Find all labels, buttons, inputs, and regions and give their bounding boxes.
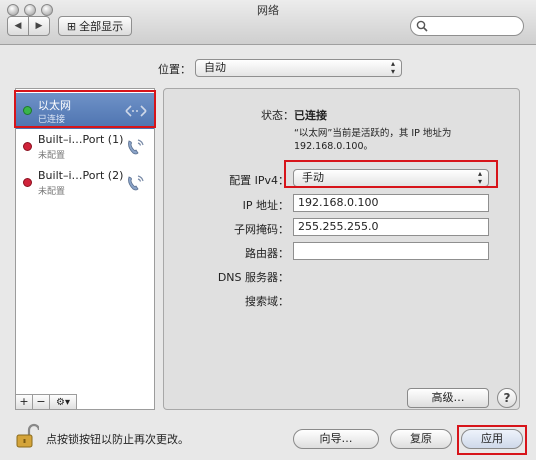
service-status: 未配置 [38, 151, 66, 161]
lock-hint-text: 点按锁按钮以防止再次更改。 [46, 433, 189, 446]
advanced-button[interactable]: 高级… [407, 388, 489, 408]
subnet-mask-field[interactable]: 255.255.255.0 [293, 218, 489, 236]
help-button[interactable]: ? [497, 388, 517, 408]
search-icon [416, 20, 428, 32]
plus-icon: + [19, 395, 29, 408]
add-service-button[interactable]: + [15, 394, 33, 410]
grid-icon: ⊞ [66, 19, 77, 33]
assist-me-button[interactable]: 向导… [293, 429, 379, 449]
forward-button[interactable]: ▶ [28, 16, 50, 36]
sidebar-button-bar: + − ⚙▾ [15, 394, 155, 410]
ip-address-field[interactable]: 192.168.0.100 [293, 194, 489, 212]
service-name: Built–i…Port (2) [38, 169, 124, 182]
phone-modem-icon [128, 175, 144, 191]
forward-arrow-icon: ▶ [35, 21, 43, 31]
minus-icon: − [36, 395, 46, 408]
back-arrow-icon: ◀ [14, 21, 22, 31]
phone-modem-icon [128, 139, 144, 155]
configure-ipv4-label: 配置 IPv4： [229, 174, 289, 187]
location-label: 位置： [158, 63, 191, 76]
service-item-builtin-port-1[interactable]: Built–i…Port (1) 未配置 [16, 129, 154, 165]
status-description-line2: 192.168.0.100。 [294, 141, 374, 152]
service-list[interactable]: 以太网 已连接 Built–i…Port (1) 未配置 Built–i…Por… [15, 88, 155, 410]
status-label: 状态： [261, 109, 294, 122]
location-value: 自动 [204, 61, 226, 74]
action-menu-button[interactable]: ⚙▾ [49, 394, 77, 410]
location-select[interactable]: 自动 ▴ ▾ [195, 59, 402, 77]
back-button[interactable]: ◀ [7, 16, 29, 36]
status-dot-red-icon [23, 178, 32, 187]
gear-icon: ⚙▾ [56, 397, 70, 408]
show-all-button[interactable]: ⊞ 全部显示 [58, 16, 132, 36]
show-all-label: 全部显示 [79, 20, 124, 33]
subnet-mask-label: 子网掩码： [234, 223, 289, 236]
search-field[interactable] [410, 16, 524, 36]
updown-arrows-icon: ▴ ▾ [390, 59, 395, 76]
remove-service-button[interactable]: − [32, 394, 50, 410]
status-description-line1: “以太网”当前是活跃的，其 IP 地址为 [294, 128, 452, 139]
status-dot-red-icon [23, 142, 32, 151]
revert-button[interactable]: 复原 [390, 429, 452, 449]
detail-panel: 状态： 已连接 “以太网”当前是活跃的，其 IP 地址为 192.168.0.1… [163, 88, 520, 410]
configure-ipv4-highlight-box [284, 160, 498, 188]
router-field[interactable] [293, 242, 489, 260]
apply-highlight-box [457, 425, 527, 455]
service-status: 未配置 [38, 187, 66, 197]
network-preferences-window: 网络 ◀ ▶ ⊞ 全部显示 位置： 自动 ▴ ▾ 以太网 已连接 Built–i… [0, 0, 536, 460]
router-label: 路由器： [245, 247, 289, 260]
dns-servers-label: DNS 服务器： [217, 271, 289, 284]
ip-address-label: IP 地址： [242, 199, 289, 212]
service-item-builtin-port-2[interactable]: Built–i…Port (2) 未配置 [16, 165, 154, 201]
title-bar: 网络 ◀ ▶ ⊞ 全部显示 [0, 0, 536, 45]
status-value: 已连接 [294, 109, 327, 122]
ethernet-highlight-box [14, 90, 156, 128]
search-domains-label: 搜索域： [245, 295, 289, 308]
service-name: Built–i…Port (1) [38, 133, 124, 146]
unlocked-padlock-icon[interactable] [15, 423, 39, 449]
